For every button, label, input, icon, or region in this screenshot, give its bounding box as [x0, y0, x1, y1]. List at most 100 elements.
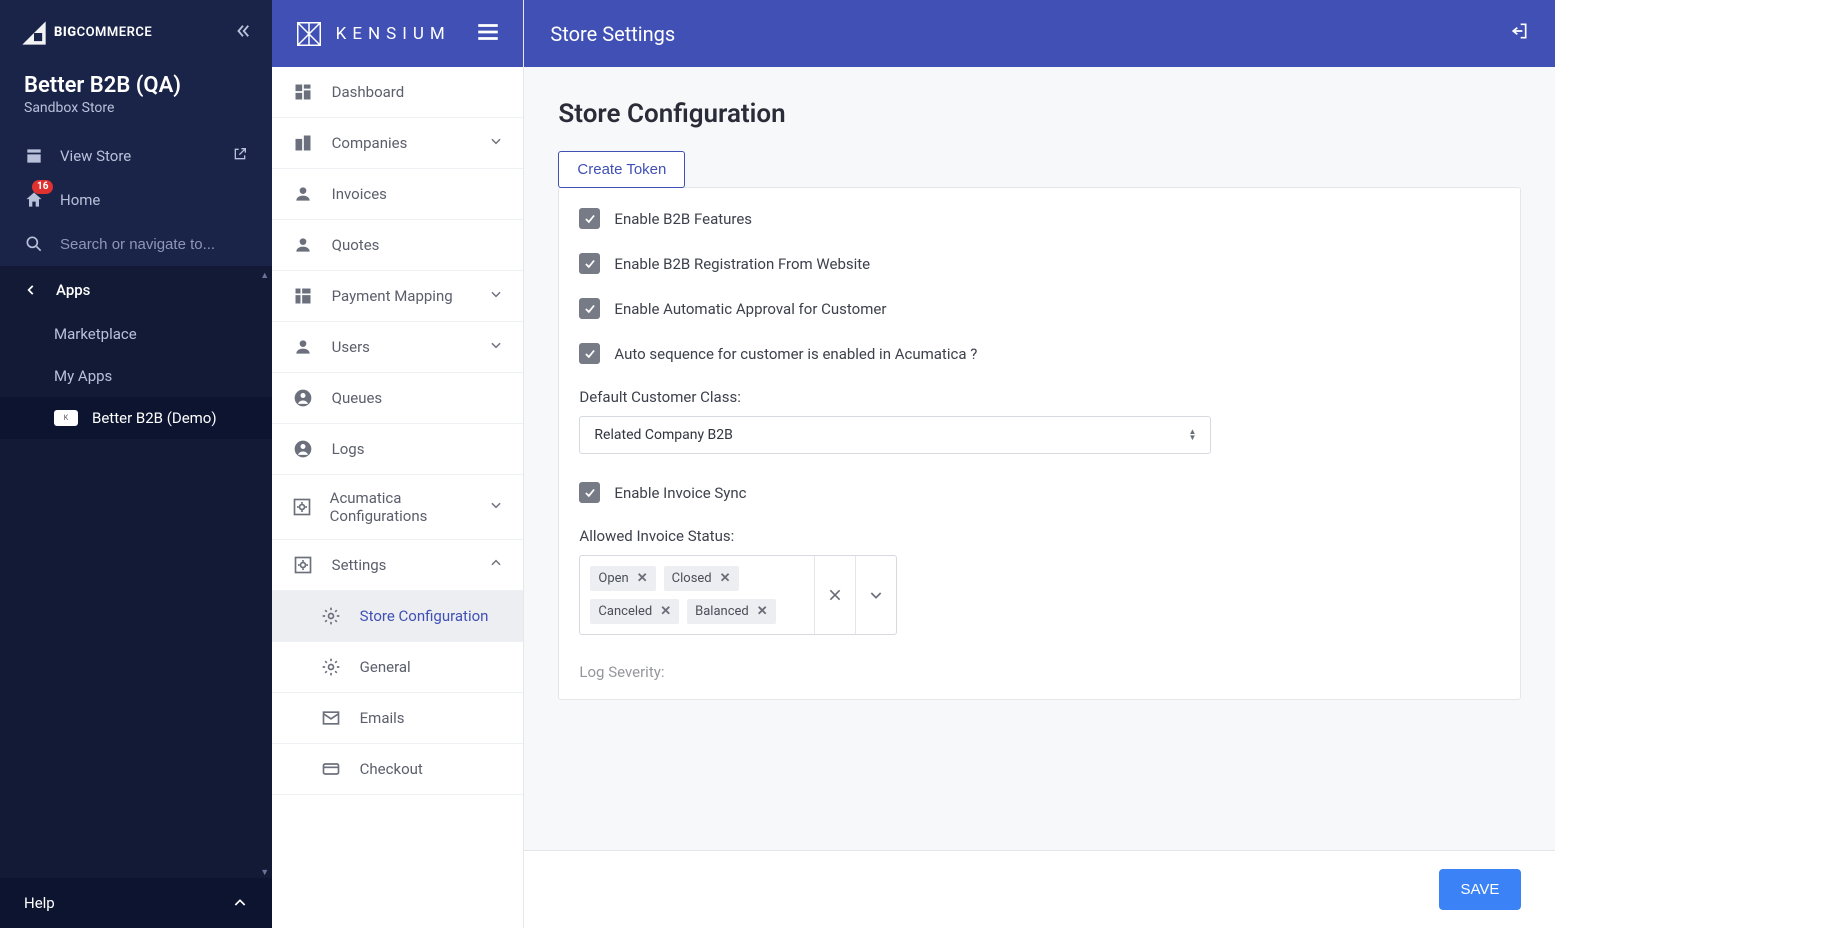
chip-remove-icon[interactable]: ✕: [637, 571, 648, 586]
home-badge: 16: [32, 180, 53, 194]
hamburger-icon[interactable]: [475, 19, 501, 49]
person-icon: [292, 183, 314, 205]
scroll-up-indicator: ▲: [258, 270, 272, 281]
dashboard-icon: [292, 81, 314, 103]
mail-icon: [320, 707, 342, 729]
sidebar-item-home[interactable]: 16 Home: [0, 178, 272, 222]
chevron-down-icon: [489, 498, 503, 516]
checkbox-invoice-sync[interactable]: [579, 482, 600, 503]
checkbox-auto-sequence[interactable]: [579, 343, 600, 364]
sidebar-item-marketplace[interactable]: Marketplace: [0, 313, 272, 355]
card-icon: [320, 758, 342, 780]
nav-logs-label: Logs: [332, 440, 365, 458]
save-button[interactable]: SAVE: [1439, 869, 1522, 910]
nav-companies-label: Companies: [332, 134, 408, 152]
view-store-label: View Store: [60, 147, 131, 165]
nav-queues-label: Queues: [332, 389, 383, 407]
checkbox-enable-registration[interactable]: [579, 253, 600, 274]
multiselect-clear-icon[interactable]: [815, 556, 856, 634]
sidebar-item-apps[interactable]: Apps: [0, 267, 272, 313]
nav-checkout-label: Checkout: [360, 760, 423, 778]
chevron-down-icon: [489, 287, 503, 305]
nav-general[interactable]: General: [272, 642, 524, 693]
nav-quotes[interactable]: Quotes: [272, 220, 524, 271]
collapse-sidebar-icon[interactable]: [234, 22, 252, 44]
chip-remove-icon[interactable]: ✕: [720, 571, 731, 586]
nav-settings[interactable]: Settings: [272, 540, 524, 591]
page-header: Store Settings: [550, 22, 675, 46]
main-panel: Store Settings Store Configuration Creat…: [524, 0, 1555, 928]
default-class-value: Related Company B2B: [594, 427, 732, 443]
auto-seq-label: Auto sequence for customer is enabled in…: [614, 345, 977, 363]
store-subtitle: Sandbox Store: [24, 100, 248, 116]
bc-sidebar: BIGCOMMERCE Better B2B (QA) Sandbox Stor…: [0, 0, 272, 928]
kensium-brand: KENSIUM: [336, 24, 451, 44]
allowed-status-multiselect[interactable]: Open✕ Closed✕ Canceled✕ Balanced✕: [579, 555, 897, 635]
kensium-logo: KENSIUM: [294, 19, 451, 49]
chip-canceled: Canceled✕: [590, 599, 679, 624]
chip-balanced: Balanced✕: [687, 599, 776, 624]
multiselect-open-icon[interactable]: [856, 556, 896, 634]
nav-logs[interactable]: Logs: [272, 424, 524, 475]
person-icon: [292, 234, 314, 256]
nav-store-config-label: Store Configuration: [360, 607, 489, 625]
kensium-sidebar: KENSIUM Dashboard Companies Invoices: [272, 0, 525, 928]
nav-payment-mapping[interactable]: Payment Mapping: [272, 271, 524, 322]
footer-bar: SAVE: [524, 850, 1555, 928]
chip-remove-icon[interactable]: ✕: [757, 604, 768, 619]
nav-invoices-label: Invoices: [332, 185, 387, 203]
nav-emails[interactable]: Emails: [272, 693, 524, 744]
sidebar-search[interactable]: [0, 222, 272, 266]
sidebar-item-my-apps[interactable]: My Apps: [0, 355, 272, 397]
gear-box-icon: [292, 554, 314, 576]
chevron-up-icon: [232, 895, 248, 911]
gear-icon: [320, 605, 342, 627]
nav-companies[interactable]: Companies: [272, 118, 524, 169]
nav-general-label: General: [360, 658, 411, 676]
user-circle-icon: [292, 438, 314, 460]
nav-queues[interactable]: Queues: [272, 373, 524, 424]
chevron-up-icon: [489, 556, 503, 574]
sidebar-item-view-store[interactable]: View Store: [0, 134, 272, 178]
brand-suffix: COMMERCE: [77, 25, 153, 40]
nav-store-configuration[interactable]: Store Configuration: [272, 591, 524, 642]
config-card: Enable B2B Features Enable B2B Registrat…: [558, 187, 1521, 700]
nav-payment-label: Payment Mapping: [332, 287, 453, 305]
storefront-icon: [24, 146, 44, 166]
nav-settings-label: Settings: [332, 556, 387, 574]
nav-checkout[interactable]: Checkout: [272, 744, 524, 795]
enable-b2b-label: Enable B2B Features: [614, 210, 752, 228]
nav-users[interactable]: Users: [272, 322, 524, 373]
create-token-button[interactable]: Create Token: [558, 151, 685, 188]
bigcommerce-logo: BIGCOMMERCE: [20, 19, 152, 47]
chip-remove-icon[interactable]: ✕: [660, 604, 671, 619]
default-class-select[interactable]: Related Company B2B ▲▼: [579, 416, 1211, 454]
exit-icon[interactable]: [1509, 21, 1529, 46]
log-severity-label: Log Severity:: [579, 663, 1500, 681]
chevron-down-icon: [489, 134, 503, 152]
checkbox-auto-approval[interactable]: [579, 298, 600, 319]
bigcommerce-logo-icon: [20, 19, 48, 47]
gear-icon: [320, 656, 342, 678]
chevron-down-icon: [489, 338, 503, 356]
companies-icon: [292, 132, 314, 154]
nav-acumatica[interactable]: Acumatica Configurations: [272, 475, 524, 540]
home-label: Home: [60, 191, 100, 209]
brand-prefix: BIG: [54, 25, 77, 40]
sidebar-item-help[interactable]: Help: [0, 878, 272, 928]
nav-invoices[interactable]: Invoices: [272, 169, 524, 220]
nav-dashboard[interactable]: Dashboard: [272, 67, 524, 118]
external-link-icon: [232, 146, 248, 166]
chevron-left-icon: [24, 283, 38, 297]
gear-box-icon: [292, 496, 312, 518]
scroll-down-indicator: ▼: [258, 867, 272, 878]
checkbox-enable-b2b[interactable]: [579, 208, 600, 229]
page-title: Store Configuration: [558, 99, 1521, 129]
active-app-label: Better B2B (Demo): [92, 409, 217, 427]
help-label: Help: [24, 894, 55, 912]
search-input[interactable]: [60, 236, 248, 253]
grid-icon: [292, 285, 314, 307]
enable-reg-label: Enable B2B Registration From Website: [614, 255, 870, 273]
nav-acumatica-label: Acumatica Configurations: [330, 489, 472, 525]
sidebar-item-active-app[interactable]: K Better B2B (Demo): [0, 397, 272, 439]
